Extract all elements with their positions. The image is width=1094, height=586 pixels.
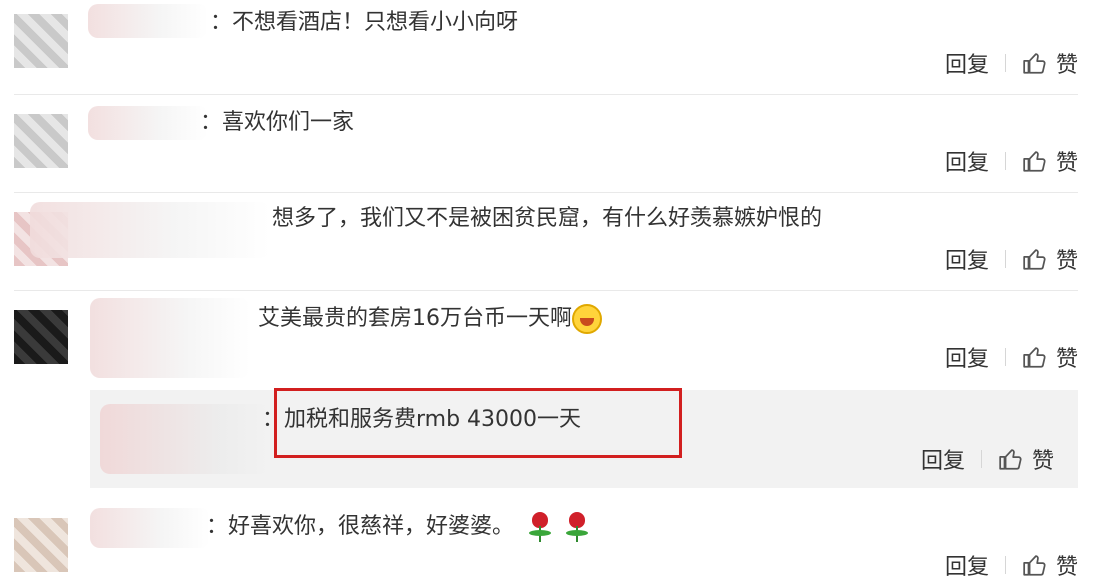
like-button[interactable]: 赞 bbox=[1022, 243, 1078, 275]
like-button[interactable]: 赞 bbox=[1022, 341, 1078, 373]
comment-item: ：好喜欢你，很慈祥，好婆婆。 回复 赞 bbox=[0, 498, 1094, 586]
comment-item: 想多了，我们又不是被困贫民窟，有什么好羡慕嫉妒恨的 回复 赞 bbox=[0, 194, 1094, 290]
reply-button[interactable]: 回复 bbox=[945, 47, 989, 79]
laughing-emoji-icon bbox=[572, 304, 602, 334]
reply-button[interactable]: 回复 bbox=[945, 341, 989, 373]
blurred-username[interactable] bbox=[90, 508, 210, 548]
comment-actions: 回复 赞 bbox=[945, 244, 1078, 274]
like-label: 赞 bbox=[1055, 347, 1078, 372]
blurred-username[interactable] bbox=[100, 404, 270, 474]
like-button[interactable]: 赞 bbox=[1022, 47, 1078, 79]
comment-text: 艾美最贵的套房16万台币一天啊 bbox=[258, 304, 602, 334]
like-button[interactable]: 赞 bbox=[1022, 549, 1078, 581]
reply-actions: 回复 赞 bbox=[921, 444, 1054, 474]
reply-button[interactable]: 回复 bbox=[945, 145, 989, 177]
comment-actions: 回复 赞 bbox=[945, 550, 1078, 580]
comment-actions: 回复 赞 bbox=[945, 146, 1078, 176]
comment-text-content: 艾美最贵的套房16万台币一天啊 bbox=[258, 306, 572, 331]
like-label: 赞 bbox=[1055, 249, 1078, 274]
blurred-username[interactable] bbox=[30, 202, 270, 258]
comment-text: ：好喜欢你，很慈祥，好婆婆。 bbox=[206, 512, 589, 542]
comment-divider bbox=[14, 290, 1078, 291]
comment-text: 想多了，我们又不是被困贫民窟，有什么好羡慕嫉妒恨的 bbox=[272, 206, 823, 231]
thumbs-up-icon bbox=[1023, 347, 1046, 368]
blurred-username[interactable] bbox=[88, 4, 208, 38]
avatar[interactable] bbox=[14, 518, 68, 572]
action-divider bbox=[1004, 250, 1006, 268]
thumbs-up-icon bbox=[1023, 555, 1046, 576]
thumbs-up-icon bbox=[999, 449, 1022, 470]
highlight-frame bbox=[274, 388, 682, 458]
avatar[interactable] bbox=[14, 14, 68, 68]
reply-button[interactable]: 回复 bbox=[945, 549, 989, 581]
comment-actions: 回复 赞 bbox=[945, 48, 1078, 78]
comment-item: 艾美最贵的套房16万台币一天啊 回复 赞 bbox=[0, 292, 1094, 388]
rose-icon bbox=[566, 512, 589, 542]
like-label: 赞 bbox=[1055, 555, 1078, 580]
like-label: 赞 bbox=[1031, 449, 1054, 474]
like-button[interactable]: 赞 bbox=[1022, 145, 1078, 177]
comment-item: ：喜欢你们一家 回复 赞 bbox=[0, 96, 1094, 190]
thumbs-up-icon bbox=[1023, 249, 1046, 270]
action-divider bbox=[1004, 348, 1006, 366]
blurred-username[interactable] bbox=[88, 106, 208, 140]
action-divider bbox=[980, 450, 982, 468]
comment-text: ：不想看酒店！只想看小小向呀 bbox=[210, 10, 519, 35]
avatar[interactable] bbox=[14, 114, 68, 168]
like-label: 赞 bbox=[1055, 53, 1078, 78]
action-divider bbox=[1004, 152, 1006, 170]
comment-text: ：喜欢你们一家 bbox=[200, 110, 355, 135]
blurred-username[interactable] bbox=[90, 298, 250, 378]
rose-icon bbox=[529, 512, 552, 542]
comment-divider bbox=[14, 192, 1078, 193]
action-divider bbox=[1004, 54, 1006, 72]
comment-actions: 回复 赞 bbox=[945, 342, 1078, 372]
reply-button[interactable]: 回复 bbox=[945, 243, 989, 275]
like-label: 赞 bbox=[1055, 151, 1078, 176]
avatar[interactable] bbox=[14, 310, 68, 364]
action-divider bbox=[1004, 556, 1006, 574]
comment-divider bbox=[14, 94, 1078, 95]
reply-button[interactable]: 回复 bbox=[921, 443, 965, 475]
thumbs-up-icon bbox=[1023, 151, 1046, 172]
thumbs-up-icon bbox=[1023, 53, 1046, 74]
comment-text-content: ：好喜欢你，很慈祥，好婆婆。 bbox=[206, 514, 515, 539]
comment-item: ：不想看酒店！只想看小小向呀 回复 赞 bbox=[0, 0, 1094, 92]
like-button[interactable]: 赞 bbox=[998, 443, 1054, 475]
